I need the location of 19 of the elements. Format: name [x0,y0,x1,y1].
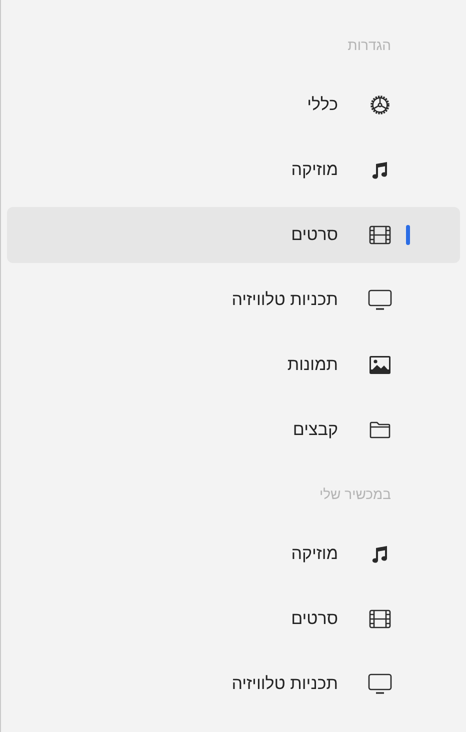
sidebar-item[interactable]: תכניות טלוויזיה [7,656,460,712]
sidebar-item[interactable]: מוזיקה [7,142,460,198]
film-icon [369,224,391,244]
monitor-icon [368,288,392,310]
sidebar-item[interactable]: כללי [7,76,460,132]
selection-indicator [406,224,410,244]
sidebar-item[interactable]: תמונות [7,336,460,392]
sidebar-item[interactable]: סרטים [7,206,460,262]
sidebar-item[interactable]: מוזיקה [7,526,460,582]
sidebar-item[interactable]: תכניות טלוויזיה [7,272,460,328]
section-header: במכשיר שלי [319,484,391,504]
folder-icon [369,420,391,440]
monitor-icon [368,672,392,694]
sidebar-item[interactable]: סרטים [7,590,460,646]
film-icon [369,608,391,628]
section-header: הגדרות [348,36,391,54]
image-icon [369,354,391,374]
gear-icon [369,94,391,116]
sidebar-item[interactable]: קבצים [7,402,460,458]
